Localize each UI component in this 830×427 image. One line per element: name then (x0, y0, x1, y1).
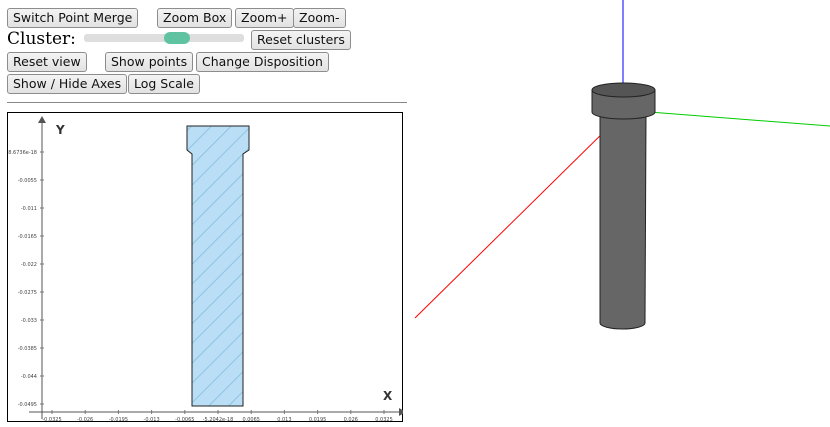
y-tick-label: 8.6736e-18 (8, 150, 37, 156)
y-axis-label: Y (55, 123, 65, 137)
y-tick-label: -0.044 (21, 374, 37, 380)
y-tick-label: -0.0275 (18, 290, 37, 296)
change-disposition-button[interactable]: Change Disposition (196, 52, 329, 72)
x-axis-label: X (383, 389, 393, 403)
plot2d-canvas[interactable]: X Y -0.0325 -0.026 -0.0195 -0.013 -0.0065 -5.… (7, 112, 403, 422)
zoom-in-button[interactable]: Zoom+ (235, 8, 294, 28)
toolbar-divider (7, 102, 407, 103)
zoom-box-button[interactable]: Zoom Box (157, 8, 233, 28)
cylinder-top-face (591, 82, 656, 98)
x-tick-label: -0.026 (77, 417, 93, 422)
x-tick-label: -5.2042e-18 (203, 417, 234, 422)
x-tick-label: -0.0325 (42, 417, 61, 422)
show-points-button[interactable]: Show points (105, 52, 194, 72)
switch-point-merge-button[interactable]: Switch Point Merge (7, 8, 139, 28)
x-tick-label: 0.026 (344, 417, 358, 422)
log-scale-button[interactable]: Log Scale (128, 74, 200, 94)
cluster-slider-thumb[interactable] (164, 32, 191, 44)
y-tick-group: 8.6736e-18 -0.0055 -0.011 -0.0165 -0.022 -0.0… (8, 150, 44, 408)
y-tick-label: -0.0055 (18, 178, 37, 184)
show-hide-axes-button[interactable]: Show / Hide Axes (7, 74, 128, 94)
x-axis-line-3d (414, 120, 616, 319)
x-tick-label: 0.0195 (309, 417, 327, 422)
cylinder-shaft (599, 113, 647, 330)
y-tick-label: -0.022 (21, 262, 37, 268)
x-tick-label: 0.0325 (375, 417, 393, 422)
x-tick-label: 0.013 (277, 417, 291, 422)
y-tick-label: -0.011 (21, 206, 37, 212)
3d-viewport[interactable] (410, 0, 830, 427)
x-tick-label: -0.013 (144, 417, 160, 422)
cylinder-body (591, 82, 656, 330)
y-tick-label: -0.0165 (18, 234, 37, 240)
cluster-label: Cluster: (7, 29, 76, 49)
reset-view-button[interactable]: Reset view (7, 52, 87, 72)
y-tick-label: -0.0385 (18, 346, 37, 352)
y-axis (38, 116, 46, 419)
reset-clusters-button[interactable]: Reset clusters (251, 30, 351, 50)
x-tick-label: 0.0065 (242, 417, 260, 422)
part-cross-section[interactable] (186, 125, 250, 407)
x-tick-label: -0.0195 (109, 417, 128, 422)
x-tick-label: -0.0065 (175, 417, 194, 422)
y-axis-arrow (38, 116, 46, 123)
y-tick-label: -0.0495 (18, 402, 37, 408)
zoom-out-button[interactable]: Zoom- (293, 8, 346, 28)
x-axis-arrow (399, 408, 403, 416)
y-tick-label: -0.033 (21, 318, 37, 324)
